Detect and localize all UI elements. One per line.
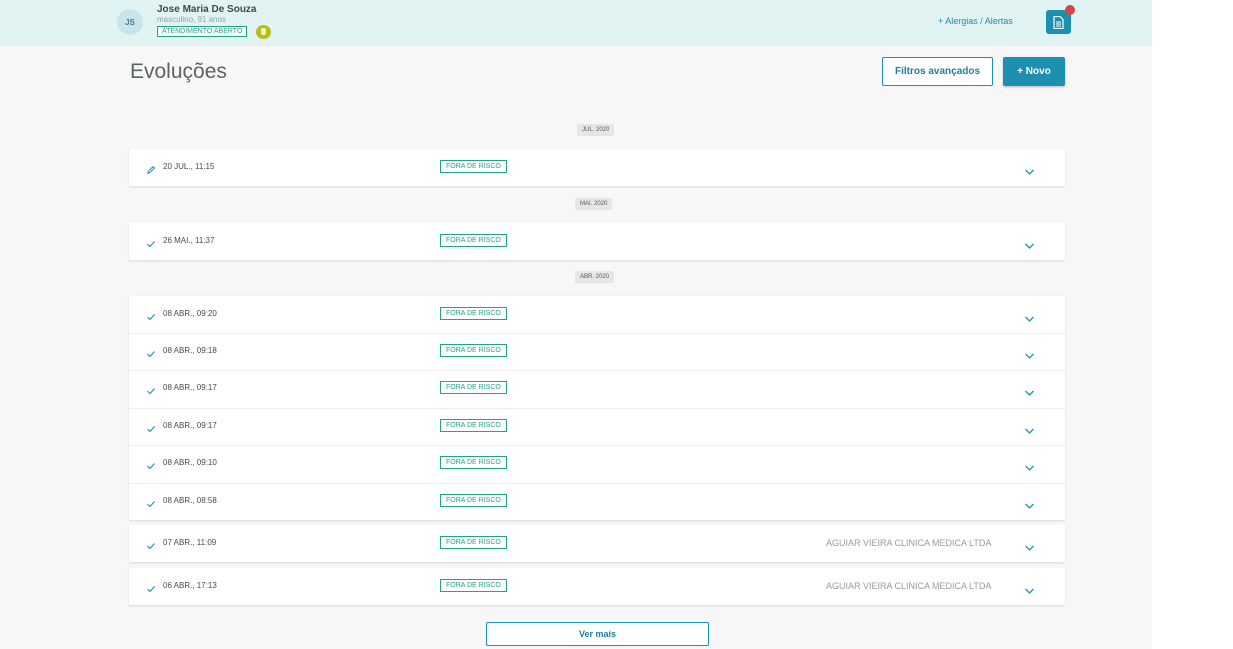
evolution-card: 07 ABR., 11:09 FORA DE RISCO AGUIAR VIEIRA…: [129, 525, 1065, 562]
risk-status-tag: FORA DE RISCO: [440, 344, 507, 357]
chevron-down-icon[interactable]: [1024, 347, 1035, 359]
check-icon: [146, 309, 156, 321]
evolution-card: 20 JUL., 11:15 FORA DE RISCO: [129, 149, 1065, 186]
chevron-down-icon[interactable]: [1024, 582, 1035, 594]
check-icon: [146, 538, 156, 550]
check-icon: [146, 346, 156, 358]
evolution-card: 08 ABR., 09:20 FORA DE RISCO 08 ABR., 09:…: [129, 296, 1065, 520]
evolution-date: 08 ABR., 09:18: [163, 346, 217, 355]
pencil-icon: [146, 162, 156, 174]
check-icon: [146, 458, 156, 470]
check-icon: [146, 383, 156, 395]
chevron-down-icon[interactable]: [1024, 237, 1035, 249]
patient-name: Jose Maria De Souza: [157, 4, 257, 15]
evolution-date: 20 JUL., 11:15: [163, 162, 215, 171]
chevron-down-icon[interactable]: [1024, 422, 1035, 434]
chevron-down-icon[interactable]: [1024, 384, 1035, 396]
evolution-row[interactable]: 08 ABR., 09:20 FORA DE RISCO: [129, 296, 1065, 333]
chevron-down-icon[interactable]: [1024, 163, 1035, 175]
page-title: Evoluções: [130, 60, 227, 83]
new-evolution-button[interactable]: + Novo: [1003, 57, 1065, 86]
evolution-row[interactable]: 08 ABR., 09:10 FORA DE RISCO: [129, 445, 1065, 482]
app-window: JS Jose Maria De Souza masculino, 91 ano…: [0, 0, 1152, 649]
chevron-down-icon[interactable]: [1024, 459, 1035, 471]
evolution-row[interactable]: 08 ABR., 09:17 FORA DE RISCO: [129, 408, 1065, 445]
risk-status-tag: FORA DE RISCO: [440, 494, 507, 507]
evolution-row[interactable]: 26 MAI., 11:37 FORA DE RISCO: [129, 223, 1065, 260]
risk-status-tag: FORA DE RISCO: [440, 381, 507, 394]
evolution-date: 08 ABR., 08:58: [163, 496, 217, 505]
evolution-date: 08 ABR., 09:17: [163, 421, 217, 430]
advanced-filters-button[interactable]: Filtros avançados: [882, 57, 993, 86]
risk-status-tag: FORA DE RISCO: [440, 160, 507, 173]
evolution-row[interactable]: 08 ABR., 08:58 FORA DE RISCO: [129, 483, 1065, 520]
risk-status-tag: FORA DE RISCO: [440, 456, 507, 469]
notification-dot: [1065, 5, 1075, 15]
risk-status-tag: FORA DE RISCO: [440, 307, 507, 320]
evolution-row[interactable]: 08 ABR., 09:18 FORA DE RISCO: [129, 333, 1065, 370]
check-icon: [146, 236, 156, 248]
evolution-date: 07 ABR., 11:09: [163, 538, 217, 547]
chevron-down-icon[interactable]: [1024, 539, 1035, 551]
organization-name: AGUIAR VIEIRA CLINICA MEDICA LTDA: [826, 581, 992, 591]
organization-name: AGUIAR VIEIRA CLINICA MEDICA LTDA: [826, 538, 992, 548]
risk-status-tag: FORA DE RISCO: [440, 579, 507, 592]
risk-status-tag: FORA DE RISCO: [440, 234, 507, 247]
month-divider: MAI. 2020: [575, 198, 613, 210]
evolution-row[interactable]: 08 ABR., 09:17 FORA DE RISCO: [129, 370, 1065, 407]
see-more-button[interactable]: Ver mais: [486, 622, 709, 646]
risk-status-tag: FORA DE RISCO: [440, 536, 507, 549]
evolution-row[interactable]: 20 JUL., 11:15 FORA DE RISCO: [129, 149, 1065, 186]
evolution-row[interactable]: 06 ABR., 17:13 FORA DE RISCO AGUIAR VIEIRA…: [129, 568, 1065, 605]
chevron-down-icon[interactable]: [1024, 497, 1035, 509]
evolution-card: 26 MAI., 11:37 FORA DE RISCO: [129, 223, 1065, 260]
evolution-card: 06 ABR., 17:13 FORA DE RISCO AGUIAR VIEIRA…: [129, 568, 1065, 605]
allergies-alerts-link[interactable]: + Alergias / Alertas: [938, 16, 1013, 26]
evolution-date: 26 MAI., 11:37: [163, 236, 215, 245]
evolution-date: 06 ABR., 17:13: [163, 581, 217, 590]
evolution-date: 08 ABR., 09:17: [163, 383, 217, 392]
check-icon: [146, 581, 156, 593]
month-divider: ABR. 2020: [575, 271, 615, 283]
patient-avatar[interactable]: JS: [117, 9, 143, 35]
evolution-date: 08 ABR., 09:20: [163, 309, 217, 318]
risk-status-tag: FORA DE RISCO: [440, 419, 507, 432]
check-icon: [146, 496, 156, 508]
badge-icon[interactable]: [256, 25, 271, 39]
month-divider: JUL. 2020: [577, 124, 615, 136]
check-icon: [146, 421, 156, 433]
document-icon: [1053, 15, 1064, 29]
patient-info: masculino, 91 anos: [157, 15, 226, 24]
attendance-status-badge: ATENDIMENTO ABERTO: [157, 26, 248, 37]
chevron-down-icon[interactable]: [1024, 310, 1035, 322]
patient-header: JS Jose Maria De Souza masculino, 91 ano…: [0, 0, 1152, 46]
evolution-date: 08 ABR., 09:10: [163, 458, 217, 467]
evolution-row[interactable]: 07 ABR., 11:09 FORA DE RISCO AGUIAR VIEIRA…: [129, 525, 1065, 562]
